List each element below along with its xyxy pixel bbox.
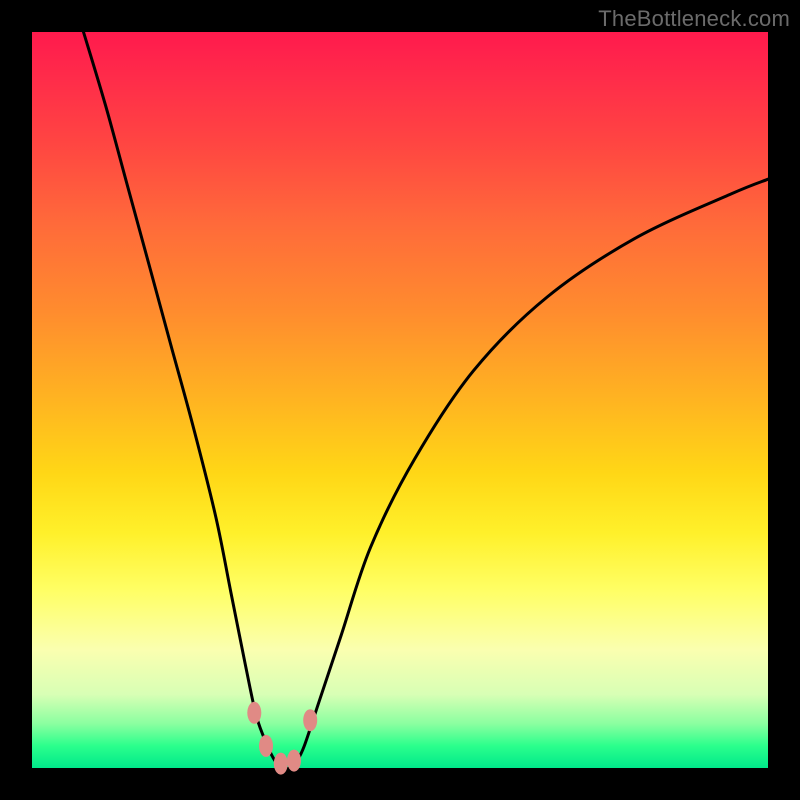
bottleneck-curve [84, 32, 769, 769]
marker-bottom-right [287, 750, 301, 772]
marker-left-upper [247, 702, 261, 724]
chart-frame: TheBottleneck.com [0, 0, 800, 800]
chart-svg [32, 32, 768, 768]
marker-bottom-left [274, 753, 288, 775]
watermark-text: TheBottleneck.com [598, 6, 790, 32]
marker-right [303, 709, 317, 731]
marker-left-lower [259, 735, 273, 757]
plot-area [32, 32, 768, 768]
